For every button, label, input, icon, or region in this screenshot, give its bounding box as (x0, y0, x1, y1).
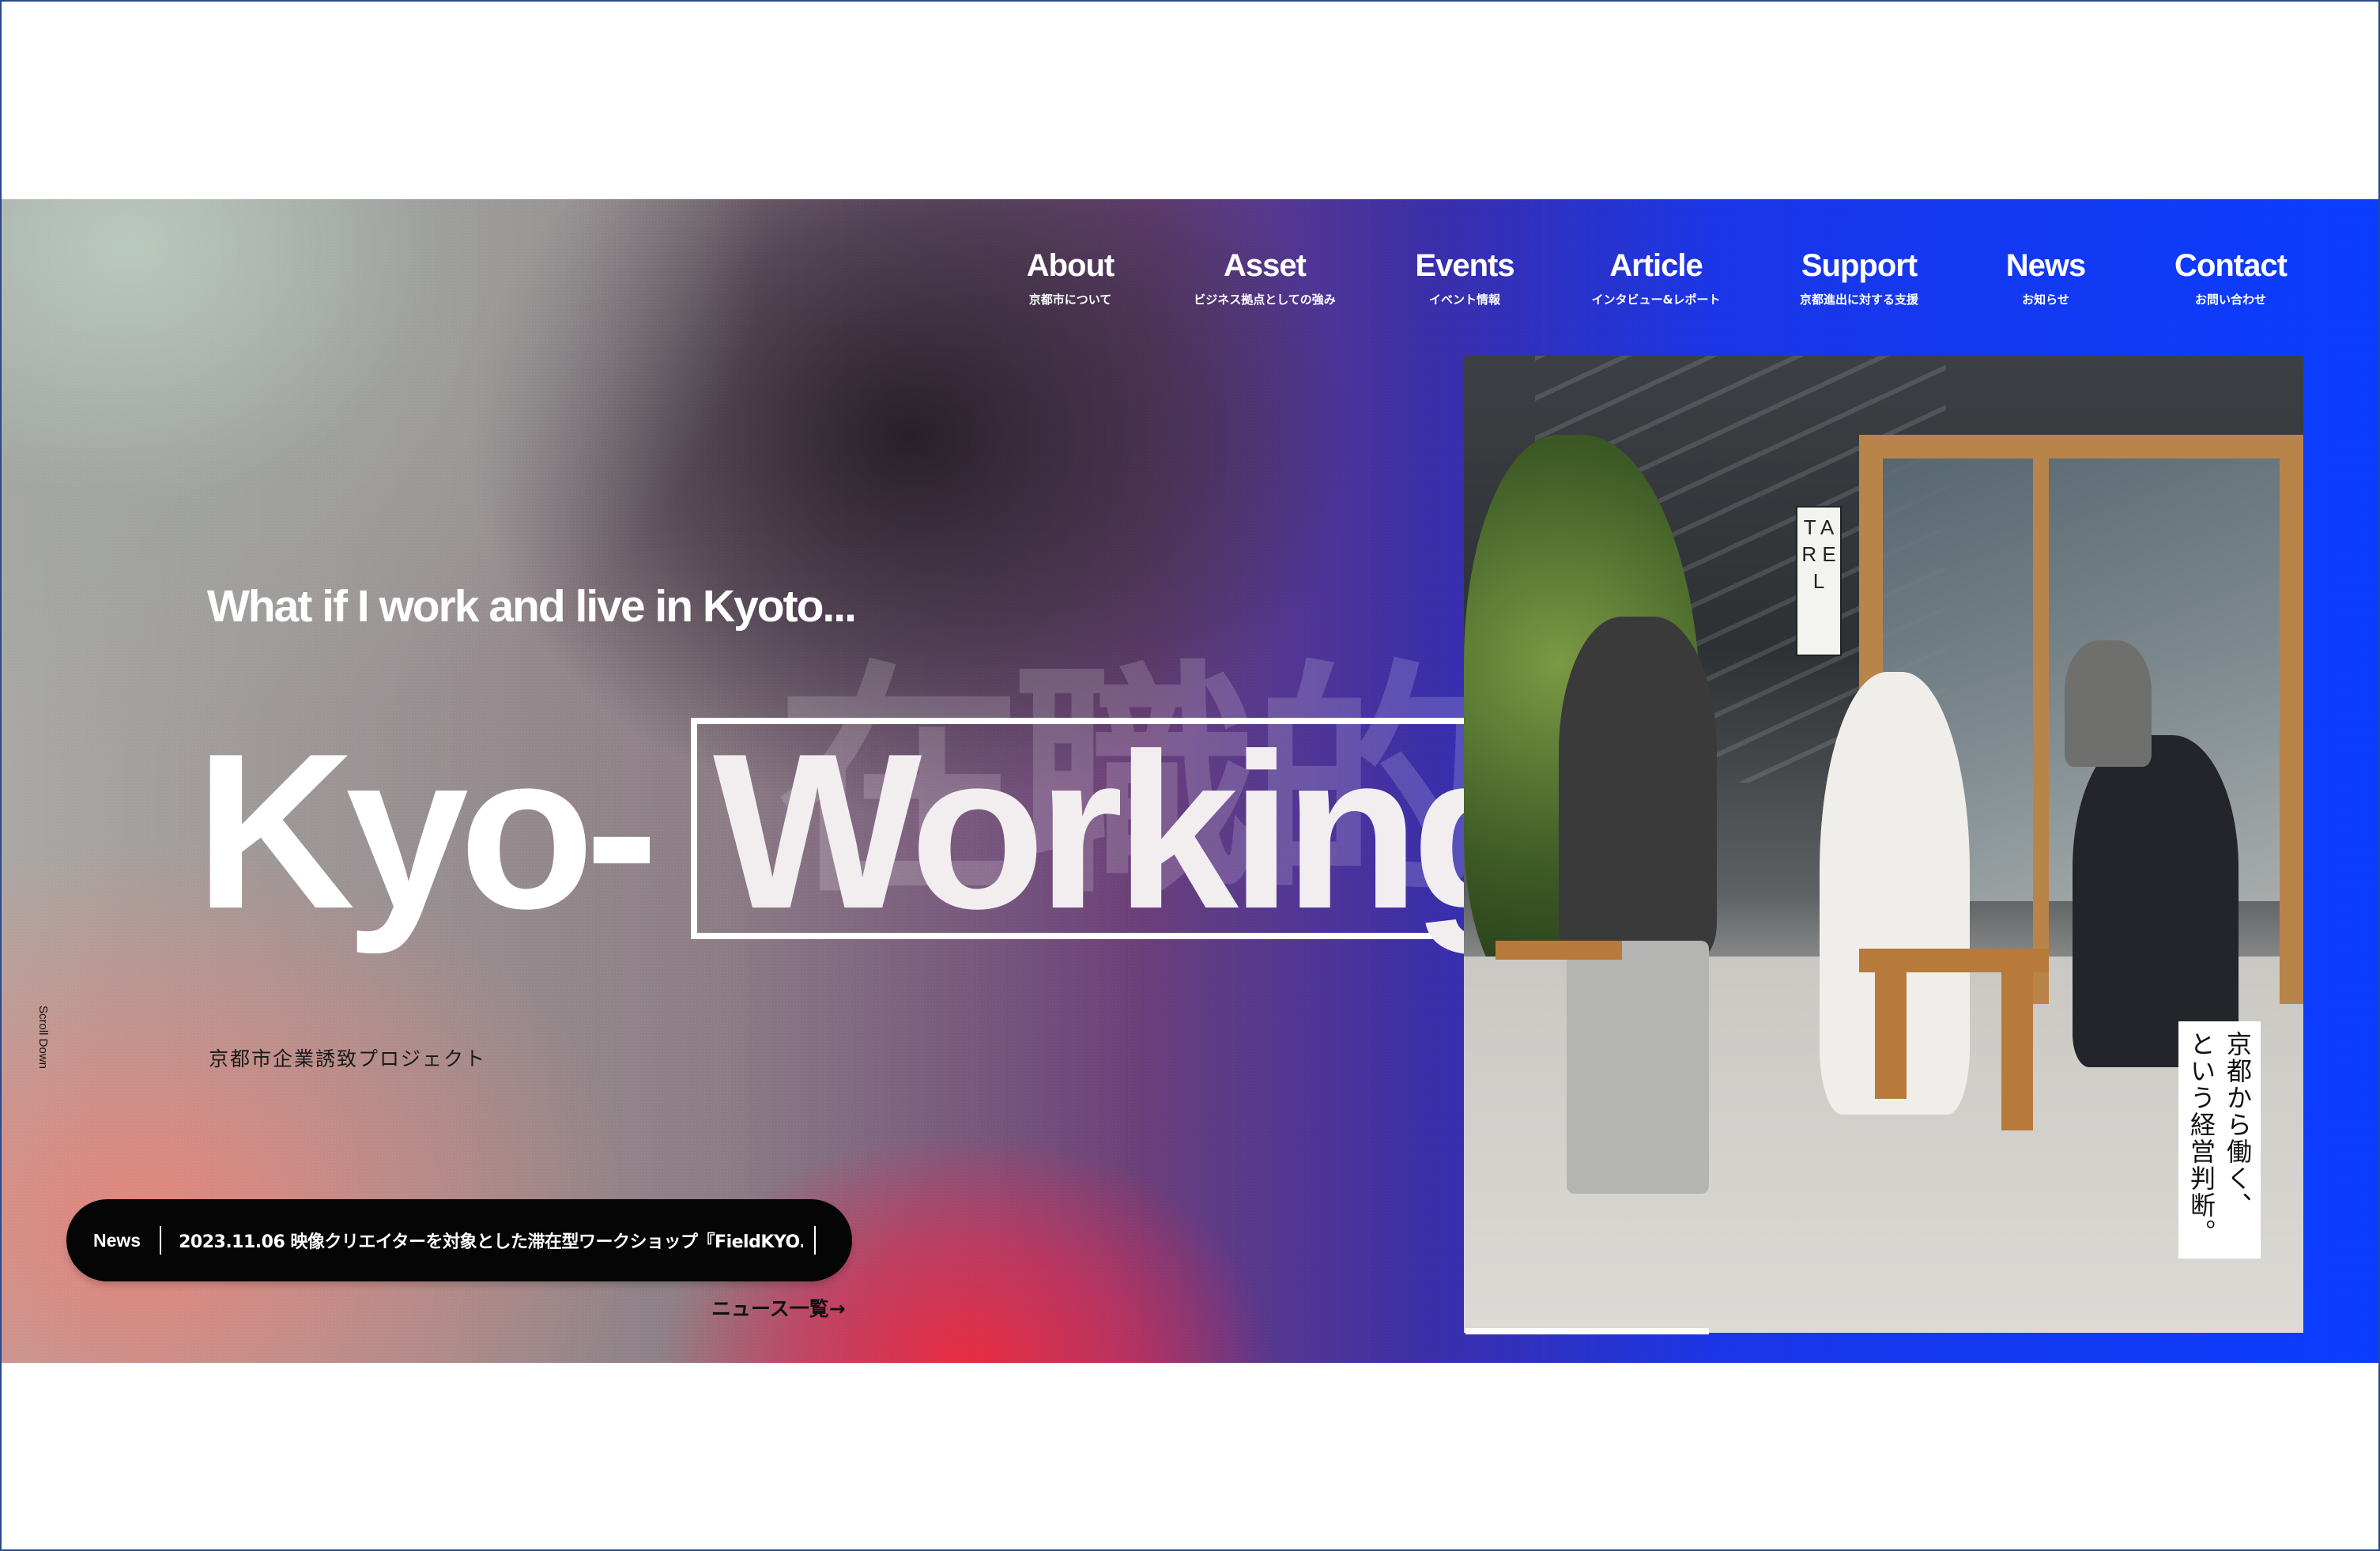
nav-label: Asset (1224, 248, 1307, 283)
nav-item-contact[interactable]: Contact お問い合わせ (2174, 247, 2288, 307)
photo-shop-sign: T A R E L (1796, 506, 1842, 656)
nav-item-article[interactable]: Article インタビュー&レポート (1591, 247, 1720, 307)
photo-door-frame (2033, 451, 2049, 1004)
news-headline[interactable]: 2023.11.06 映像クリエイターを対象とした滞在型ワークショップ『Fiel… (179, 1228, 803, 1253)
nav-item-asset[interactable]: Asset ビジネス拠点としての強み (1194, 247, 1336, 307)
hero-photo[interactable]: T A R E L 京都から働く、 という経営判断。 (1464, 356, 2303, 1333)
nav-label: Contact (2174, 248, 2288, 283)
nav-sublabel: イベント情報 (1428, 292, 1501, 307)
nav-label: Article (1609, 248, 1703, 283)
nav-sublabel: 京都市について (1028, 292, 1112, 307)
slide-progress-bar (1465, 1328, 1709, 1334)
hero-title-prefix: Kyo- (195, 708, 658, 955)
photo-person (1559, 617, 1717, 957)
photo-table (1875, 972, 1907, 1099)
photo-person (2065, 640, 2152, 767)
news-divider (814, 1226, 817, 1255)
news-ticker[interactable]: News 2023.11.06 映像クリエイターを対象とした滞在型ワークショップ… (66, 1199, 852, 1281)
nav-label: Events (1415, 248, 1514, 283)
scroll-down-hint[interactable]: Scroll Down (36, 1006, 50, 1069)
caption-line: という経営判断。 (2186, 1031, 2216, 1246)
news-tag: News (93, 1229, 141, 1251)
nav-label: Support (1801, 248, 1918, 283)
nav-sublabel: お知らせ (2022, 292, 2069, 307)
news-list-link[interactable]: ニュース一覧→ (711, 1293, 846, 1322)
photo-caption: 京都から働く、 という経営判断。 (2178, 1021, 2261, 1259)
caption-line: 京都から働く、 (2223, 1031, 2253, 1219)
nav-label: News (2005, 248, 2086, 283)
photo-person (1567, 941, 1709, 1194)
photo-person (2073, 735, 2239, 1067)
nav-sublabel: インタビュー&レポート (1591, 292, 1721, 307)
photo-table (1859, 949, 2049, 972)
photo-table (2001, 972, 2033, 1130)
nav-item-about[interactable]: About 京都市について (1027, 247, 1115, 307)
news-divider (160, 1226, 162, 1255)
nav-sublabel: 京都進出に対する支援 (1799, 292, 1919, 307)
nav-item-events[interactable]: Events イベント情報 (1415, 247, 1514, 307)
nav-sublabel: ビジネス拠点としての強み (1194, 292, 1336, 307)
nav-item-news[interactable]: News お知らせ (2006, 247, 2086, 307)
nav-label: About (1026, 248, 1115, 283)
hero-section: About 京都市について Asset ビジネス拠点としての強み Events … (2, 199, 2378, 1363)
hero-title-word: Working (713, 708, 1547, 955)
project-name: 京都市企業誘致プロジェクト (209, 1047, 487, 1070)
hero-tagline: What if I work and live in Kyoto... (207, 581, 857, 632)
main-nav: About 京都市について Asset ビジネス拠点としての強み Events … (2, 247, 2378, 326)
nav-item-support[interactable]: Support 京都進出に対する支援 (1800, 247, 1918, 307)
photo-bench (1496, 941, 1622, 960)
nav-sublabel: お問い合わせ (2194, 292, 2267, 307)
